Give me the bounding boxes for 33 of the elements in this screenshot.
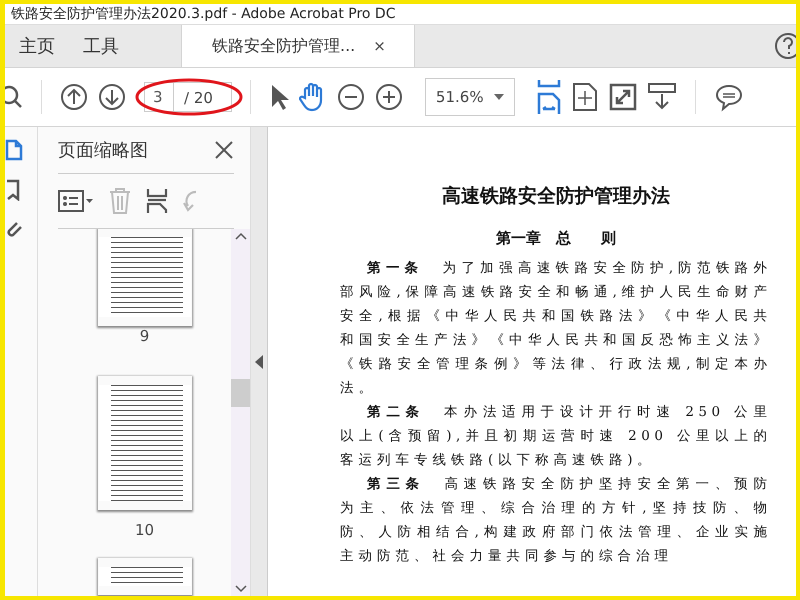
page-total: / 20 [174,82,232,112]
scrollbar[interactable] [231,229,250,596]
keyboard-down-icon[interactable] [646,82,677,112]
search-icon[interactable] [5,84,23,110]
document-title: 高速铁路安全防护管理办法 [441,184,671,209]
next-page-icon[interactable] [98,83,126,111]
close-icon[interactable] [214,140,234,160]
tab[interactable]: 铁路安全防护管理... × [181,25,415,67]
article-paragraph: 第二条 本办法适用于设计开行时速 250 公里以上(含预留),并且初期运营时速 200 公里以上的客运列车专线铁路(以下称高速铁路)。 [340,403,772,470]
previous-page-icon[interactable] [60,83,88,111]
chapter-heading: 第一章 总 则 [495,229,617,248]
zoom-in-icon[interactable] [374,83,403,111]
zoom-out-icon[interactable] [336,83,365,111]
panel-title: 页面缩略图 [58,139,148,162]
page-icon[interactable] [5,139,23,161]
collapse-arrow-icon[interactable] [255,354,263,368]
fullscreen-icon[interactable] [608,83,637,111]
zoom-dropdown[interactable]: 51.6% [424,78,515,116]
scrollbar-thumb[interactable] [231,379,250,407]
close-icon[interactable]: × [373,37,386,55]
page-number: 9 [140,326,150,345]
tab[interactable]: 主页 [5,25,69,67]
article-paragraph: 第三条 高速铁路安全防护坚持安全第一、预防为主、依法管理、综合治理的方针,坚持技防、物防、人防相结合,构建政府部门依法管理、企业实施主动防范、社会力量共同参与的综合治理 [340,475,772,566]
options-menu-icon[interactable] [58,189,94,213]
insert-page-icon[interactable] [146,187,168,215]
tab[interactable]: 工具 [69,25,133,67]
page-move-icon[interactable] [570,82,599,112]
page-number: 10 [134,520,154,539]
article-paragraph: 第一条 为了加强高速铁路安全防护,防范铁路外部风险,保障高速铁路安全和畅通,维护人民生命财产安全,根据《中华人民共和国铁路法》《中华人民共和国安全生产法》《中华人民共和国反恐怖主义法》《铁路安全管理条例》等法律、行政法规,制定本办法。 [340,259,772,398]
caret-icon [494,94,504,100]
comment-icon[interactable] [714,82,744,112]
fit-width-icon[interactable] [536,80,561,114]
window-title: 铁路安全防护管理办法2020.3.pdf - Adobe Acrobat Pro DC [11,5,396,23]
